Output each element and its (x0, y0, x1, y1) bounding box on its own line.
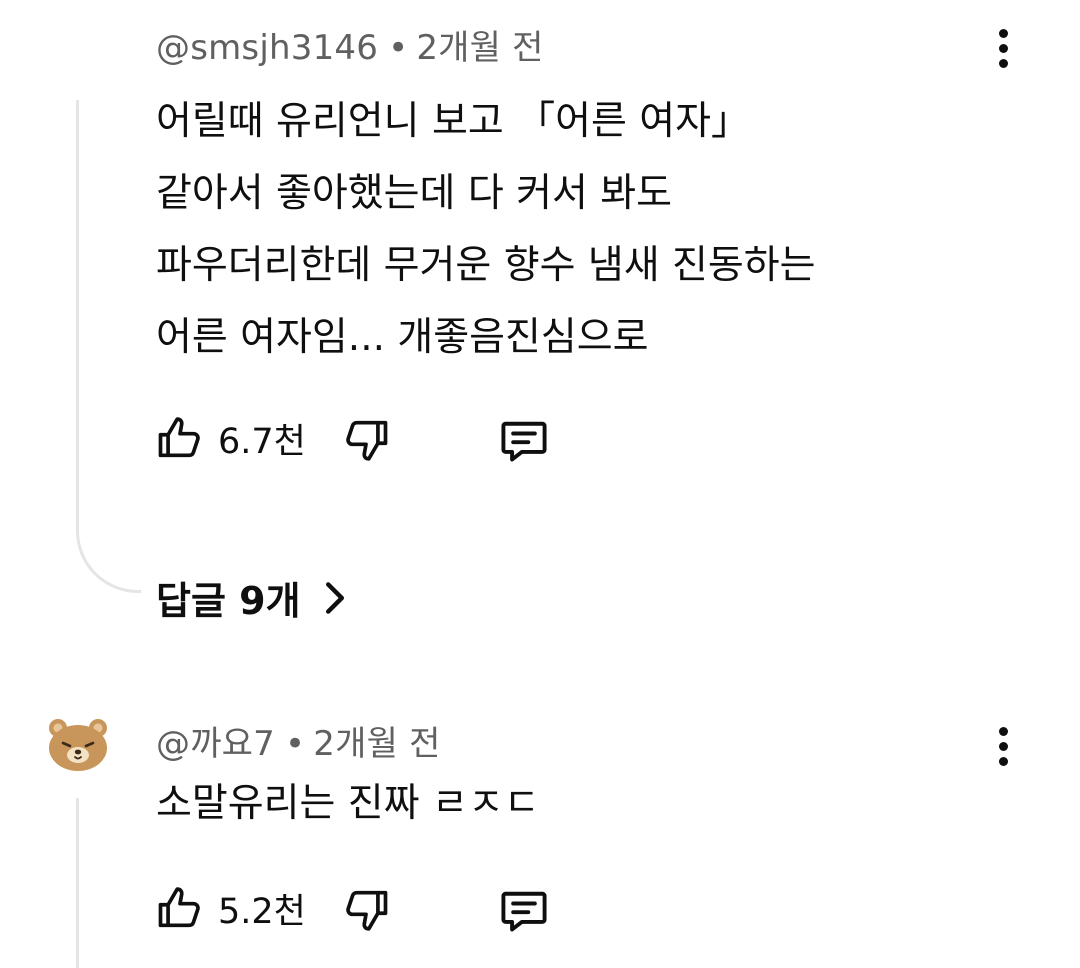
thumbs-down-icon (346, 420, 388, 461)
comment-meta: @까요7 • 2개월 전 (156, 716, 441, 765)
like-button[interactable]: 6.7천 (154, 412, 306, 464)
thumbs-up-icon (158, 887, 200, 928)
comment-time: 2개월 전 (313, 724, 441, 764)
dislike-button[interactable] (340, 884, 392, 936)
comment-icon (501, 891, 547, 932)
meta-separator: • (285, 724, 306, 764)
comment-text: 어릴때 유리언니 보고 「어른 여자」 같아서 좋아했는데 다 커서 봐도 파우… (156, 99, 816, 360)
more-vert-icon (998, 726, 1008, 736)
comment-author-handle[interactable]: @smsjh3146 (156, 28, 378, 68)
more-vert-icon (998, 28, 1008, 38)
comment-author-handle[interactable]: @까요7 (156, 724, 275, 764)
chevron-right-icon (323, 581, 347, 615)
thread-line (76, 798, 141, 968)
view-replies-button[interactable]: 답글 9개 (156, 570, 347, 625)
comment-text: 소말유리는 진짜 ㄹㅈㄷ (156, 781, 540, 826)
more-options-button[interactable] (983, 20, 1023, 76)
more-options-button[interactable] (983, 718, 1023, 774)
meta-separator: • (388, 28, 409, 68)
thread-line (76, 100, 141, 593)
like-count: 5.2천 (218, 891, 306, 932)
replies-label: 답글 9개 (156, 579, 301, 623)
thumbs-down-icon (346, 890, 388, 931)
thumbs-up-icon (158, 417, 200, 458)
comment-meta: @smsjh3146 • 2개월 전 (156, 20, 544, 69)
comment-time: 2개월 전 (416, 28, 544, 68)
reply-button[interactable] (496, 414, 552, 466)
bear-avatar[interactable] (46, 716, 110, 772)
like-button[interactable]: 5.2천 (154, 882, 306, 934)
like-count: 6.7천 (218, 421, 306, 462)
dislike-button[interactable] (340, 414, 392, 466)
reply-button[interactable] (496, 884, 552, 936)
comment-icon (501, 421, 547, 462)
